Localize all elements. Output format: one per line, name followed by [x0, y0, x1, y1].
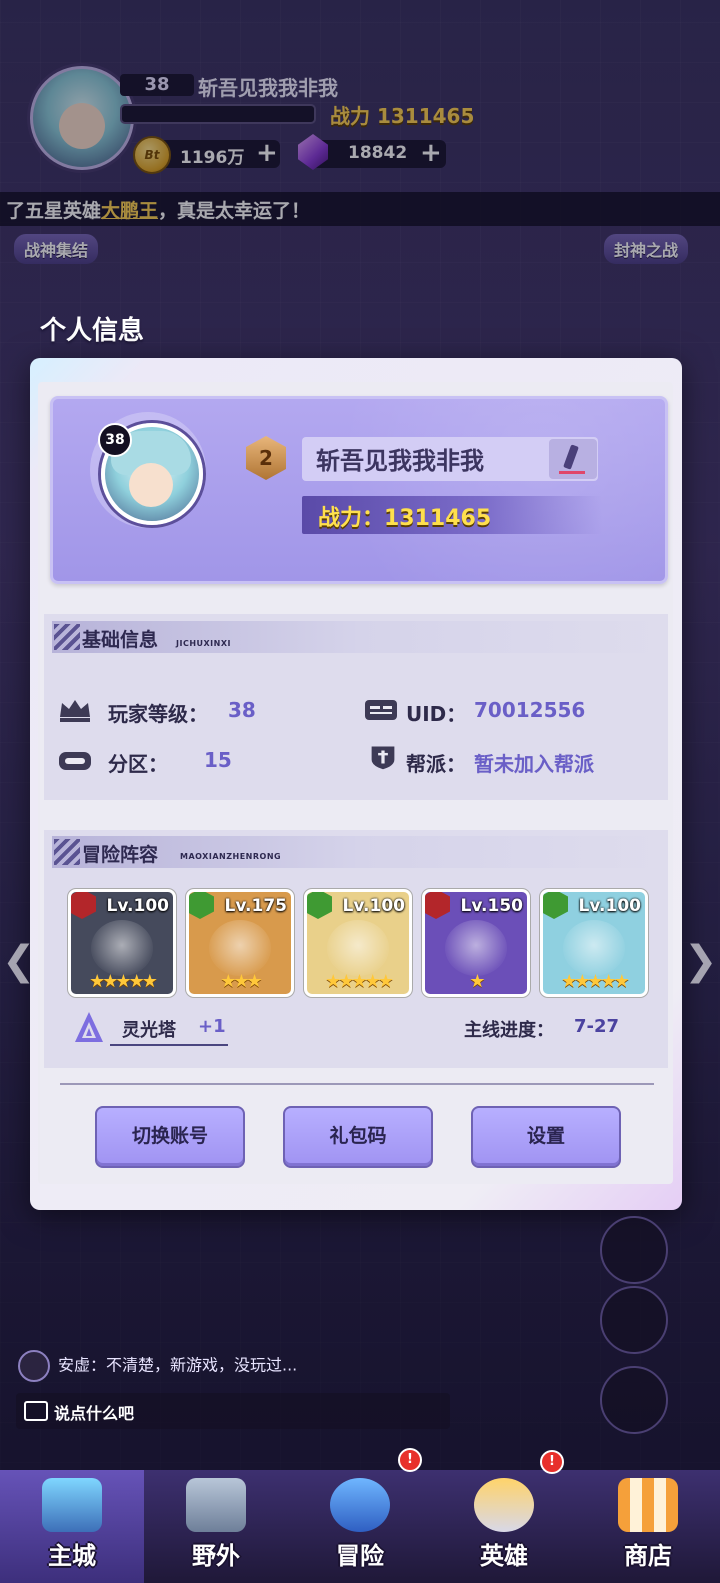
profile-name: 斩吾见我我非我 [316, 447, 484, 475]
tower-value: +1 [198, 1016, 226, 1037]
ranking-icon[interactable] [600, 1366, 668, 1434]
shop-awning-icon [618, 1478, 678, 1532]
stripe-icon [54, 839, 80, 865]
tab-shop[interactable]: 商店 [576, 1470, 720, 1583]
tower-label: 灵光塔 [122, 1020, 176, 1041]
hero-stars: ★★★★★ [325, 971, 394, 992]
edit-name-button[interactable] [549, 439, 597, 479]
hero-card[interactable]: Lv.100 ★★★★★ [304, 889, 412, 997]
hero-card[interactable]: Lv.100 ★★★★★ [540, 889, 648, 997]
hero-card[interactable]: Lv.175 ★★★ [186, 889, 294, 997]
hero-faction-icon [189, 892, 214, 919]
tab-main-city[interactable]: 主城 [0, 1470, 144, 1583]
guild-label: 帮派： [406, 752, 466, 776]
player-level-label: 玩家等级： [108, 702, 208, 726]
chat-avatar [18, 1350, 50, 1382]
hero-card[interactable]: Lv.150 ★ [422, 889, 530, 997]
divider [60, 1083, 654, 1085]
hero-level: Lv.150 [460, 896, 523, 916]
chat-text: 安虚：不清楚，新游戏，没玩过... [58, 1355, 298, 1375]
basic-info-title: 基础信息 [82, 629, 159, 651]
prev-arrow-icon[interactable]: ❮ [2, 938, 36, 984]
chat-placeholder: 说点什么吧 [54, 1404, 135, 1423]
hero-portrait [209, 920, 271, 976]
hero-level: Lv.175 [224, 896, 287, 916]
hero-faction-icon [71, 892, 96, 919]
tab-label: 冒险 [336, 1542, 384, 1570]
chat-input[interactable]: 说点什么吧 [16, 1393, 450, 1429]
chat-bubble-icon [24, 1401, 48, 1421]
settings-button[interactable]: 设置 [471, 1106, 621, 1168]
tab-label: 野外 [192, 1542, 240, 1570]
hero-portrait [91, 920, 153, 976]
tab-adventure[interactable]: ! 冒险 [288, 1448, 432, 1583]
dialog-title: 个人信息 [40, 316, 145, 346]
gift-code-button[interactable]: 礼包码 [283, 1106, 433, 1168]
avatar-face [129, 463, 173, 507]
heroes-alert-badge: ! [540, 1450, 564, 1474]
server-value: 15 [204, 748, 232, 772]
city-icon [42, 1478, 102, 1532]
avatar-level-badge: 38 [98, 423, 132, 457]
hero-stars: ★ [469, 971, 485, 992]
server-label: 分区： [108, 752, 168, 776]
tower-underline [110, 1044, 228, 1046]
castle-icon [186, 1478, 246, 1532]
hero-faction-icon [543, 892, 568, 919]
hero-level: Lv.100 [106, 896, 169, 916]
bag-icon[interactable] [600, 1286, 668, 1354]
uid-label: UID： [406, 702, 467, 726]
switch-account-button[interactable]: 切换账号 [95, 1106, 245, 1168]
hero-stars: ★★★ [220, 971, 262, 992]
hero-level: Lv.100 [578, 896, 641, 916]
next-arrow-icon[interactable]: ❯ [684, 938, 718, 984]
lineup-subtitle: MAOXIANZHENRONG [180, 852, 282, 861]
progress-label: 主线进度： [464, 1020, 554, 1041]
adventure-alert-badge: ! [398, 1448, 422, 1472]
guild-value: 暂未加入帮派 [474, 752, 594, 776]
hero-portrait [445, 920, 507, 976]
chat-message: 安虚：不清楚，新游戏，没玩过... [18, 1350, 297, 1382]
server-icon [59, 752, 91, 770]
lineup-title: 冒险阵容 [82, 844, 159, 866]
guild-shield-icon [371, 746, 395, 770]
hero-portrait [563, 920, 625, 976]
hero-card[interactable]: Lv.100 ★★★★★ [68, 889, 176, 997]
uid-value[interactable]: 70012556 [474, 698, 585, 722]
id-card-icon [365, 700, 397, 720]
profile-power: 战力：1311465 [318, 506, 492, 531]
basic-info-subtitle: JICHUXINXI [176, 639, 231, 648]
hero-stars: ★★★★★ [561, 971, 630, 992]
bottom-tab-bar: 主城 野外 ! 冒险 ! 英雄 商店 [0, 1448, 720, 1583]
hero-level: Lv.100 [342, 896, 405, 916]
tab-label: 英雄 [480, 1542, 528, 1570]
tab-wild[interactable]: 野外 [144, 1470, 288, 1583]
friends-icon[interactable] [600, 1216, 668, 1284]
stripe-icon [54, 624, 80, 650]
progress-value: 7-27 [574, 1016, 620, 1037]
fish-icon [330, 1478, 390, 1532]
hero-faction-icon [425, 892, 450, 919]
tab-label: 主城 [48, 1542, 96, 1570]
crown-icon [60, 700, 90, 722]
hero-helmet-icon [474, 1478, 534, 1532]
player-level-value: 38 [228, 698, 256, 722]
spirit-tower-icon [75, 1012, 103, 1042]
hero-portrait [327, 920, 389, 976]
hero-faction-icon [307, 892, 332, 919]
tab-heroes[interactable]: ! 英雄 [432, 1450, 576, 1583]
tab-label: 商店 [624, 1542, 672, 1570]
hero-stars: ★★★★★ [89, 971, 158, 992]
